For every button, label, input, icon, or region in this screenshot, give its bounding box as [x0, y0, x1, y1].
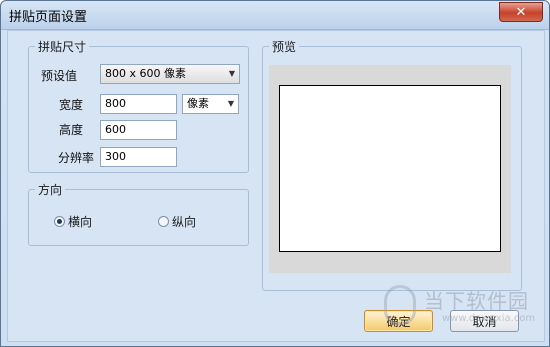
cancel-button[interactable]: 取消	[450, 310, 519, 332]
ok-button-label: 确定	[386, 314, 411, 329]
resolution-label: 分辨率	[58, 151, 95, 165]
portrait-label: 纵向	[172, 215, 197, 229]
resolution-field[interactable]: 300	[100, 147, 177, 167]
chevron-down-icon: ▼	[227, 99, 234, 108]
close-icon: ✕	[515, 4, 527, 20]
preset-label: 预设值	[41, 69, 78, 83]
preset-dropdown[interactable]: 800 x 600 像素 ▼	[100, 64, 240, 84]
orientation-group-label: 方向	[38, 183, 63, 197]
preview-canvas	[269, 65, 511, 273]
title-bar[interactable]: 拼贴页面设置 ✕	[1, 1, 549, 30]
radio-dot-icon	[57, 219, 62, 224]
width-field[interactable]: 800	[100, 94, 177, 114]
preset-value: 800 x 600 像素	[105, 67, 186, 80]
preview-group-label: 预览	[272, 40, 297, 54]
landscape-label: 横向	[68, 215, 93, 229]
width-label: 宽度	[59, 98, 84, 112]
landscape-radio[interactable]: 横向	[54, 213, 92, 230]
close-button[interactable]: ✕	[499, 2, 543, 22]
size-group-label: 拼贴尺寸	[38, 40, 87, 54]
radio-button-selected[interactable]	[54, 216, 65, 227]
height-field[interactable]: 600	[100, 120, 177, 140]
unit-dropdown[interactable]: 像素 ▼	[182, 94, 239, 114]
preview-page	[279, 85, 501, 252]
height-label: 高度	[59, 123, 84, 137]
chevron-down-icon: ▼	[228, 69, 235, 78]
portrait-radio[interactable]: 纵向	[158, 213, 196, 230]
ok-button[interactable]: 确定	[364, 310, 433, 332]
unit-value: 像素	[187, 97, 209, 110]
radio-button[interactable]	[158, 216, 169, 227]
window-title: 拼贴页面设置	[9, 10, 88, 25]
cancel-button-label: 取消	[472, 314, 497, 329]
dialog-window: 拼贴页面设置 ✕ 拼贴尺寸 预设值 800 x 600 像素 ▼ 宽度 800 …	[0, 0, 550, 347]
